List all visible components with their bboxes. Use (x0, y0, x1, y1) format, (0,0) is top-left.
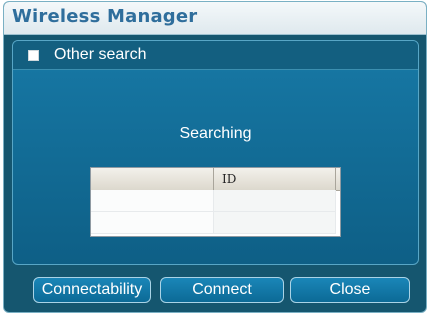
other-search-row: Other search (13, 41, 418, 70)
table-row[interactable] (91, 212, 336, 234)
column-header-end (336, 168, 340, 190)
table-cell (214, 212, 336, 233)
column-header-id[interactable]: ID (214, 168, 336, 190)
wireless-manager-window: Wireless Manager Other search Searching … (3, 1, 427, 313)
window-title: Wireless Manager (12, 6, 198, 27)
table-cell (214, 190, 336, 211)
device-table[interactable]: ID (90, 167, 341, 237)
connectability-button[interactable]: Connectability (33, 277, 151, 303)
table-cell (91, 190, 214, 211)
title-bar[interactable]: Wireless Manager (4, 2, 426, 35)
other-search-label[interactable]: Other search (54, 46, 146, 64)
main-panel: Other search Searching ID (12, 40, 419, 265)
status-text: Searching (179, 125, 252, 142)
table-header: ID (91, 168, 340, 191)
close-button[interactable]: Close (290, 277, 410, 303)
table-row[interactable] (91, 190, 336, 212)
table-cell (91, 212, 214, 233)
other-search-checkbox[interactable] (28, 50, 39, 61)
column-header-blank[interactable] (91, 168, 214, 190)
connect-button[interactable]: Connect (160, 277, 284, 303)
